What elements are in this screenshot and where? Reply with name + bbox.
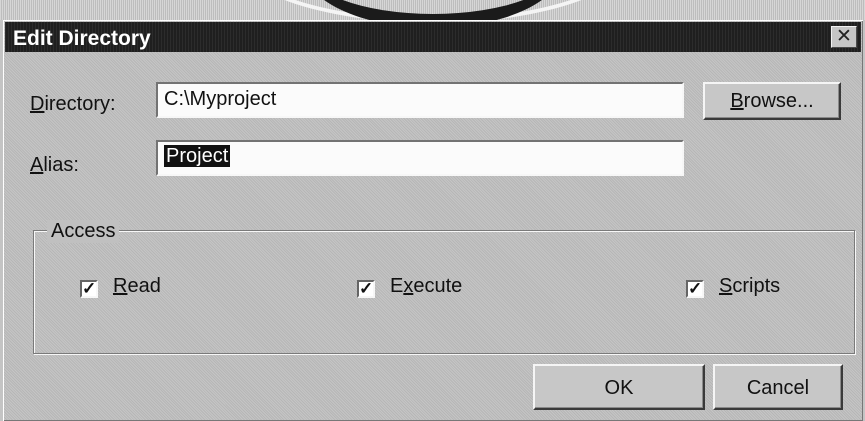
alias-input-value: Project [164,145,231,167]
execute-checkbox[interactable]: ✓ [357,280,375,298]
dialog-title-bar[interactable]: Edit Directory ✕ [5,22,861,52]
read-checkbox[interactable]: ✓ [80,280,98,298]
directory-input[interactable]: C:\Myproject [156,82,684,118]
read-label: Read [113,275,161,297]
ok-button-label: OK [604,377,634,399]
alias-label: Alias: [30,154,79,176]
dialog-title: Edit Directory [13,27,151,50]
scripts-label: Scripts [719,275,781,297]
browse-button-label: Browse... [730,90,814,112]
close-icon: ✕ [836,26,852,47]
alias-input[interactable]: Project [156,140,684,176]
directory-input-value: C:\Myproject [164,88,277,110]
edit-directory-dialog: Edit Directory ✕ Directory: C:\Myproject… [3,20,863,421]
directory-label: Directory: [30,93,116,115]
browse-button[interactable]: Browse... [703,82,841,120]
cancel-button[interactable]: Cancel [713,364,843,410]
execute-label: Execute [390,275,463,297]
cancel-button-label: Cancel [746,377,810,399]
ok-button[interactable]: OK [533,364,705,410]
scripts-checkbox[interactable]: ✓ [686,280,704,298]
access-group-label: Access [47,220,120,243]
close-button[interactable]: ✕ [831,26,857,48]
